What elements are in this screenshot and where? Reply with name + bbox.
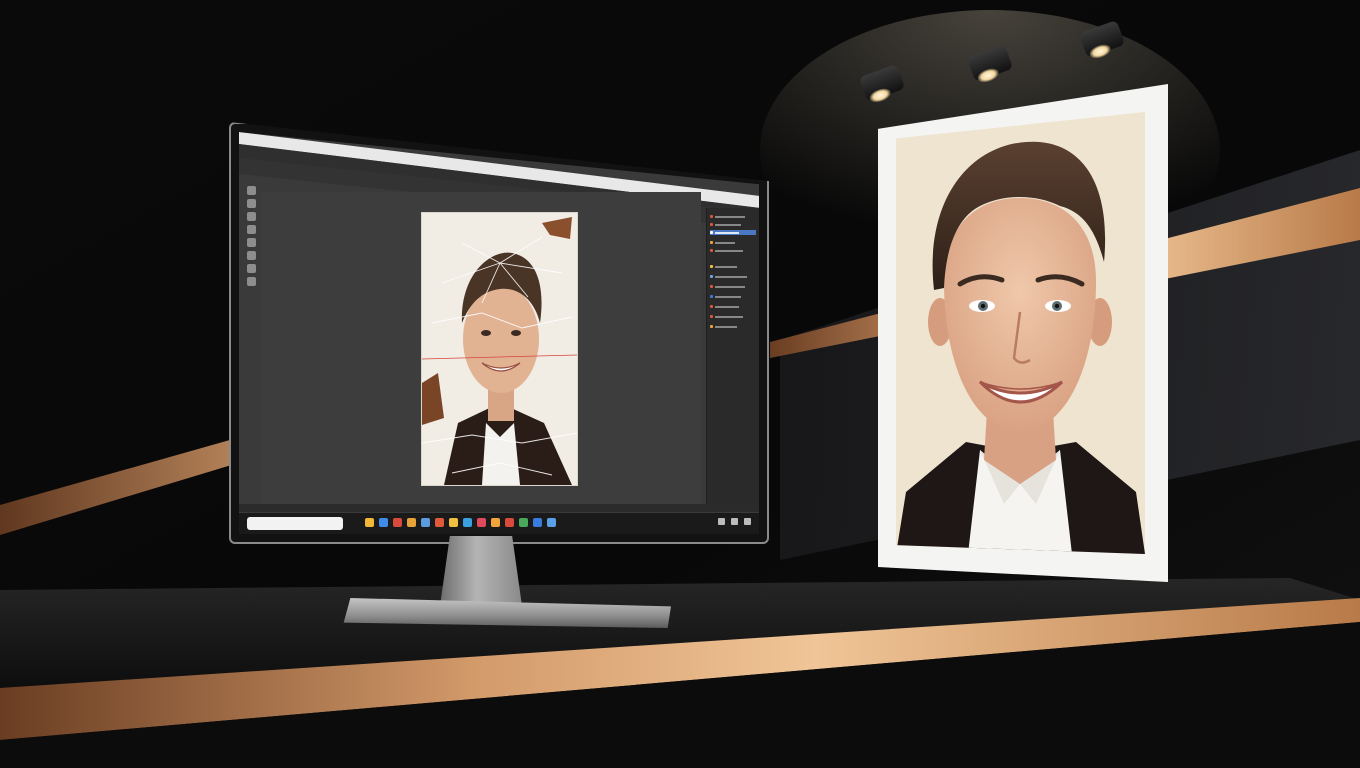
store-icon[interactable] xyxy=(407,518,416,527)
text-icon[interactable] xyxy=(246,277,256,286)
panel-row[interactable] xyxy=(710,264,756,269)
calendar-icon[interactable] xyxy=(505,518,514,527)
status-bar xyxy=(239,504,759,512)
panel-row[interactable] xyxy=(710,274,756,279)
taskbar-search[interactable] xyxy=(247,517,343,530)
cloud-icon[interactable] xyxy=(533,518,542,527)
eyedropper-icon[interactable] xyxy=(246,238,256,247)
mail-icon[interactable] xyxy=(393,518,402,527)
move-icon[interactable] xyxy=(246,186,256,195)
panel-row[interactable] xyxy=(710,304,756,309)
crop-icon[interactable] xyxy=(246,225,256,234)
restored-portrait xyxy=(896,112,1145,554)
toolbox xyxy=(243,186,259,296)
panel-row[interactable] xyxy=(710,294,756,299)
battery-icon[interactable] xyxy=(744,518,751,525)
folder-icon[interactable] xyxy=(365,518,374,527)
settings-icon[interactable] xyxy=(435,518,444,527)
portrait-illustration xyxy=(896,112,1145,554)
system-tray xyxy=(718,518,751,525)
lasso-icon[interactable] xyxy=(246,212,256,221)
video-icon[interactable] xyxy=(477,518,486,527)
photo-icon[interactable] xyxy=(421,518,430,527)
eraser-icon[interactable] xyxy=(246,264,256,273)
document-canvas[interactable] xyxy=(421,212,578,486)
app-icon[interactable] xyxy=(547,518,556,527)
music-icon[interactable] xyxy=(449,518,458,527)
note-icon[interactable] xyxy=(491,518,500,527)
maps-icon[interactable] xyxy=(519,518,528,527)
volume-icon[interactable] xyxy=(731,518,738,525)
cracked-portrait xyxy=(421,213,578,485)
monitor xyxy=(229,122,769,544)
wifi-icon[interactable] xyxy=(718,518,725,525)
monitor-stand-neck xyxy=(440,536,522,606)
panel-row[interactable] xyxy=(710,222,756,227)
panel-row[interactable] xyxy=(710,214,756,219)
panel-row[interactable] xyxy=(710,314,756,319)
brush-icon[interactable] xyxy=(246,251,256,260)
panel-row[interactable] xyxy=(710,248,756,253)
taskbar xyxy=(239,513,759,534)
marquee-icon[interactable] xyxy=(246,199,256,208)
layers-panel[interactable] xyxy=(706,208,759,508)
monitor-screen xyxy=(239,132,759,534)
panel-row[interactable] xyxy=(710,324,756,329)
browser-icon[interactable] xyxy=(379,518,388,527)
scene xyxy=(0,0,1360,768)
panel-row-selected[interactable] xyxy=(710,230,756,235)
taskbar-icons xyxy=(365,518,556,529)
panel-row[interactable] xyxy=(710,284,756,289)
panel-row[interactable] xyxy=(710,240,756,245)
chat-icon[interactable] xyxy=(463,518,472,527)
